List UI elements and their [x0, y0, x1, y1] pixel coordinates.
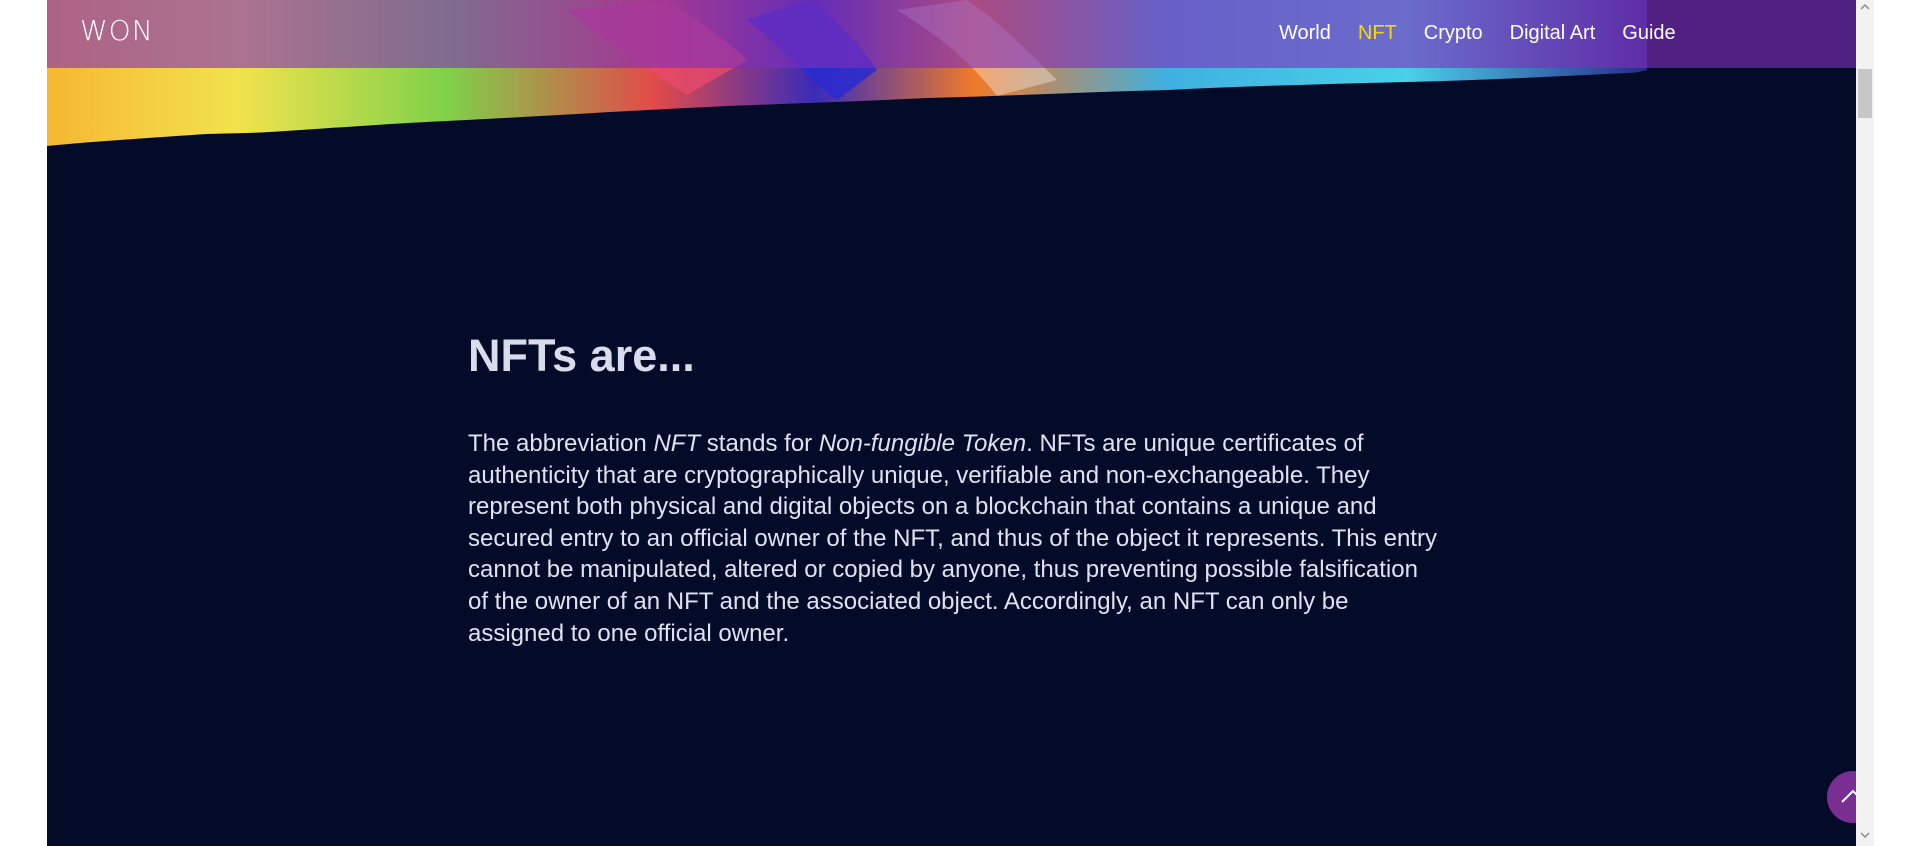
paragraph-text-2: stands for: [700, 430, 819, 457]
chevron-up-icon: [1841, 789, 1856, 803]
site-logo[interactable]: WON: [80, 14, 154, 48]
main-nav: World NFT Crypto Digital Art Guide: [1279, 20, 1676, 46]
page-title: NFTs are...: [468, 330, 695, 381]
triangle-down-icon: [1860, 832, 1870, 839]
page-scrollbar[interactable]: [1856, 0, 1874, 846]
triangle-up-icon: [1860, 3, 1870, 10]
intro-paragraph: The abbreviation NFT stands for Non-fung…: [468, 428, 1438, 649]
back-to-top-button[interactable]: [1827, 771, 1856, 823]
scroll-thumb[interactable]: [1858, 69, 1872, 118]
paragraph-text-1: The abbreviation: [468, 430, 654, 457]
paragraph-emphasis-nft: NFT: [653, 430, 701, 457]
paragraph-text-3: . NFTs are unique certificates of authen…: [468, 430, 1437, 647]
scroll-up-button[interactable]: [1856, 0, 1874, 18]
nav-item-crypto[interactable]: Crypto: [1424, 20, 1483, 46]
nav-item-digital-art[interactable]: Digital Art: [1510, 20, 1596, 46]
scroll-down-button[interactable]: [1856, 828, 1874, 846]
nav-item-world[interactable]: World: [1279, 20, 1331, 46]
main-content: NFTs are... The abbreviation NFT stands …: [468, 326, 1438, 649]
paragraph-emphasis-token: Non-fungible Token: [818, 430, 1027, 457]
top-navbar: WON World NFT Crypto Digital Art Guide: [47, 0, 1856, 68]
page-viewport: WON World NFT Crypto Digital Art Guide N…: [47, 0, 1856, 846]
nav-item-guide[interactable]: Guide: [1622, 20, 1675, 46]
nav-item-nft[interactable]: NFT: [1358, 20, 1397, 46]
